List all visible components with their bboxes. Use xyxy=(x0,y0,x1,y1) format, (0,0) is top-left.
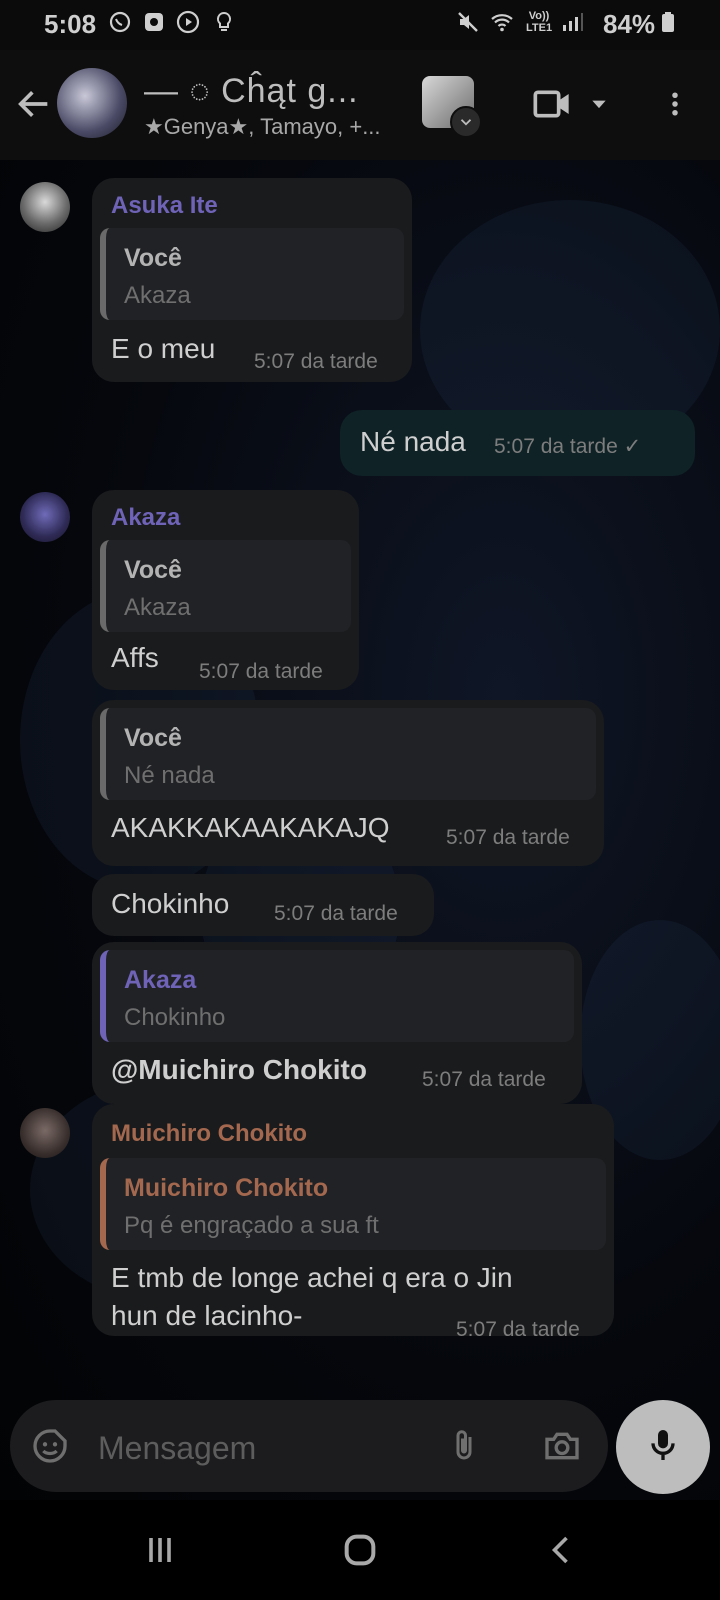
message-list[interactable]: Asuka Ite Você Akaza E o meu 5:07 da tar… xyxy=(0,160,720,1500)
message-time: 5:07 da tarde xyxy=(446,826,570,849)
arrow-back-icon[interactable] xyxy=(14,84,54,124)
reply-quote[interactable]: Muichiro Chokito Pq é engraçado a sua ft xyxy=(100,1158,606,1250)
home-icon[interactable] xyxy=(340,1530,380,1570)
message-text: E o meu xyxy=(111,333,216,364)
avatar[interactable] xyxy=(20,1108,70,1158)
avatar[interactable] xyxy=(20,182,70,232)
message-bubble[interactable]: Chokinho 5:07 da tarde xyxy=(92,874,434,936)
battery-icon xyxy=(656,10,680,34)
notification-app-icon xyxy=(142,10,166,34)
avatar[interactable] xyxy=(20,492,70,542)
message-text: Affs xyxy=(111,642,159,673)
status-time: 5:08 xyxy=(44,9,97,39)
message-bubble[interactable]: Akaza Chokinho @Muichiro Chokito 5:07 da… xyxy=(92,942,582,1104)
battery-level: 84% xyxy=(603,9,656,39)
message-bubble[interactable]: Você Né nada AKAKKAKAAKAKAJQ 5:07 da tar… xyxy=(92,700,604,866)
chat-title[interactable]: — ◌ Cĥąt g... xyxy=(144,72,359,111)
paperclip-icon[interactable] xyxy=(446,1424,482,1468)
message-bubble[interactable]: Akaza Você Akaza Affs 5:07 da tarde xyxy=(92,490,359,690)
message-text: E tmb de longe achei q era o Jin xyxy=(111,1262,513,1293)
wifi-icon xyxy=(490,10,514,34)
message-time: 5:07 da tarde ✓ xyxy=(494,435,642,458)
reply-quote[interactable]: Akaza Chokinho xyxy=(100,950,574,1042)
message-time: 5:07 da tarde xyxy=(274,902,398,925)
lightbulb-icon xyxy=(212,10,236,34)
message-text: Chokinho xyxy=(111,888,230,919)
message-text: hun de lacinho- xyxy=(111,1300,303,1331)
message-time: 5:07 da tarde xyxy=(456,1318,580,1341)
signal-icon xyxy=(560,10,584,34)
more-vert-icon[interactable] xyxy=(660,84,690,124)
message-sender: Akaza xyxy=(111,504,181,531)
youtube-icon xyxy=(176,10,200,34)
message-input-placeholder: Mensagem xyxy=(98,1430,257,1466)
camera-icon[interactable] xyxy=(540,1426,584,1466)
message-time: 5:07 da tarde xyxy=(199,660,323,683)
quote-sender: Você xyxy=(124,724,182,752)
chat-members[interactable]: ★Genya★, Tamayo, +... xyxy=(144,114,381,140)
chat-header: — ◌ Cĥąt g... ★Genya★, Tamayo, +... xyxy=(0,50,720,160)
sticker-icon[interactable] xyxy=(30,1426,70,1466)
quote-text: Akaza xyxy=(124,594,191,621)
quote-sender: Akaza xyxy=(124,966,197,994)
mute-icon xyxy=(456,10,480,34)
reply-quote[interactable]: Você Akaza xyxy=(100,228,404,320)
call-options-chevron-icon[interactable] xyxy=(588,94,610,114)
recent-apps-icon[interactable] xyxy=(140,1532,180,1568)
whatsapp-icon xyxy=(108,10,132,34)
video-call-icon[interactable] xyxy=(530,84,574,124)
system-nav-bar xyxy=(0,1500,720,1600)
mic-button[interactable] xyxy=(616,1400,710,1494)
message-bubble[interactable]: Muichiro Chokito Muichiro Chokito Pq é e… xyxy=(92,1104,614,1341)
message-bubble[interactable]: Asuka Ite Você Akaza E o meu 5:07 da tar… xyxy=(92,178,412,382)
message-time: 5:07 da tarde xyxy=(422,1068,546,1091)
message-bubble-outgoing[interactable]: Né nada 5:07 da tarde ✓ xyxy=(340,410,695,476)
group-avatar[interactable] xyxy=(57,68,127,138)
network-type: Vo)) LTE1 xyxy=(526,10,553,34)
message-text: @Muichiro Chokito xyxy=(111,1054,367,1085)
quote-text: Né nada xyxy=(124,762,215,789)
quote-text: Akaza xyxy=(124,282,191,309)
message-text: Né nada xyxy=(360,426,466,457)
quote-sender: Você xyxy=(124,556,182,584)
quote-text: Chokinho xyxy=(124,1004,226,1031)
reply-quote[interactable]: Você Akaza xyxy=(100,540,351,632)
nav-back-icon[interactable] xyxy=(544,1530,580,1570)
quote-sender: Muichiro Chokito xyxy=(124,1174,329,1202)
message-time: 5:07 da tarde xyxy=(254,350,378,373)
chevron-down-icon[interactable] xyxy=(450,106,482,138)
message-sender: Muichiro Chokito xyxy=(111,1120,307,1147)
mic-icon xyxy=(643,1425,683,1470)
status-bar: 5:08 Vo)) LTE1 84% xyxy=(0,0,720,50)
quote-sender: Você xyxy=(124,244,182,272)
quote-text: Pq é engraçado a sua ft xyxy=(124,1212,379,1239)
reply-quote[interactable]: Você Né nada xyxy=(100,708,596,800)
message-sender: Asuka Ite xyxy=(111,192,218,219)
message-text: AKAKKAKAAKAKAJQ xyxy=(111,812,390,843)
